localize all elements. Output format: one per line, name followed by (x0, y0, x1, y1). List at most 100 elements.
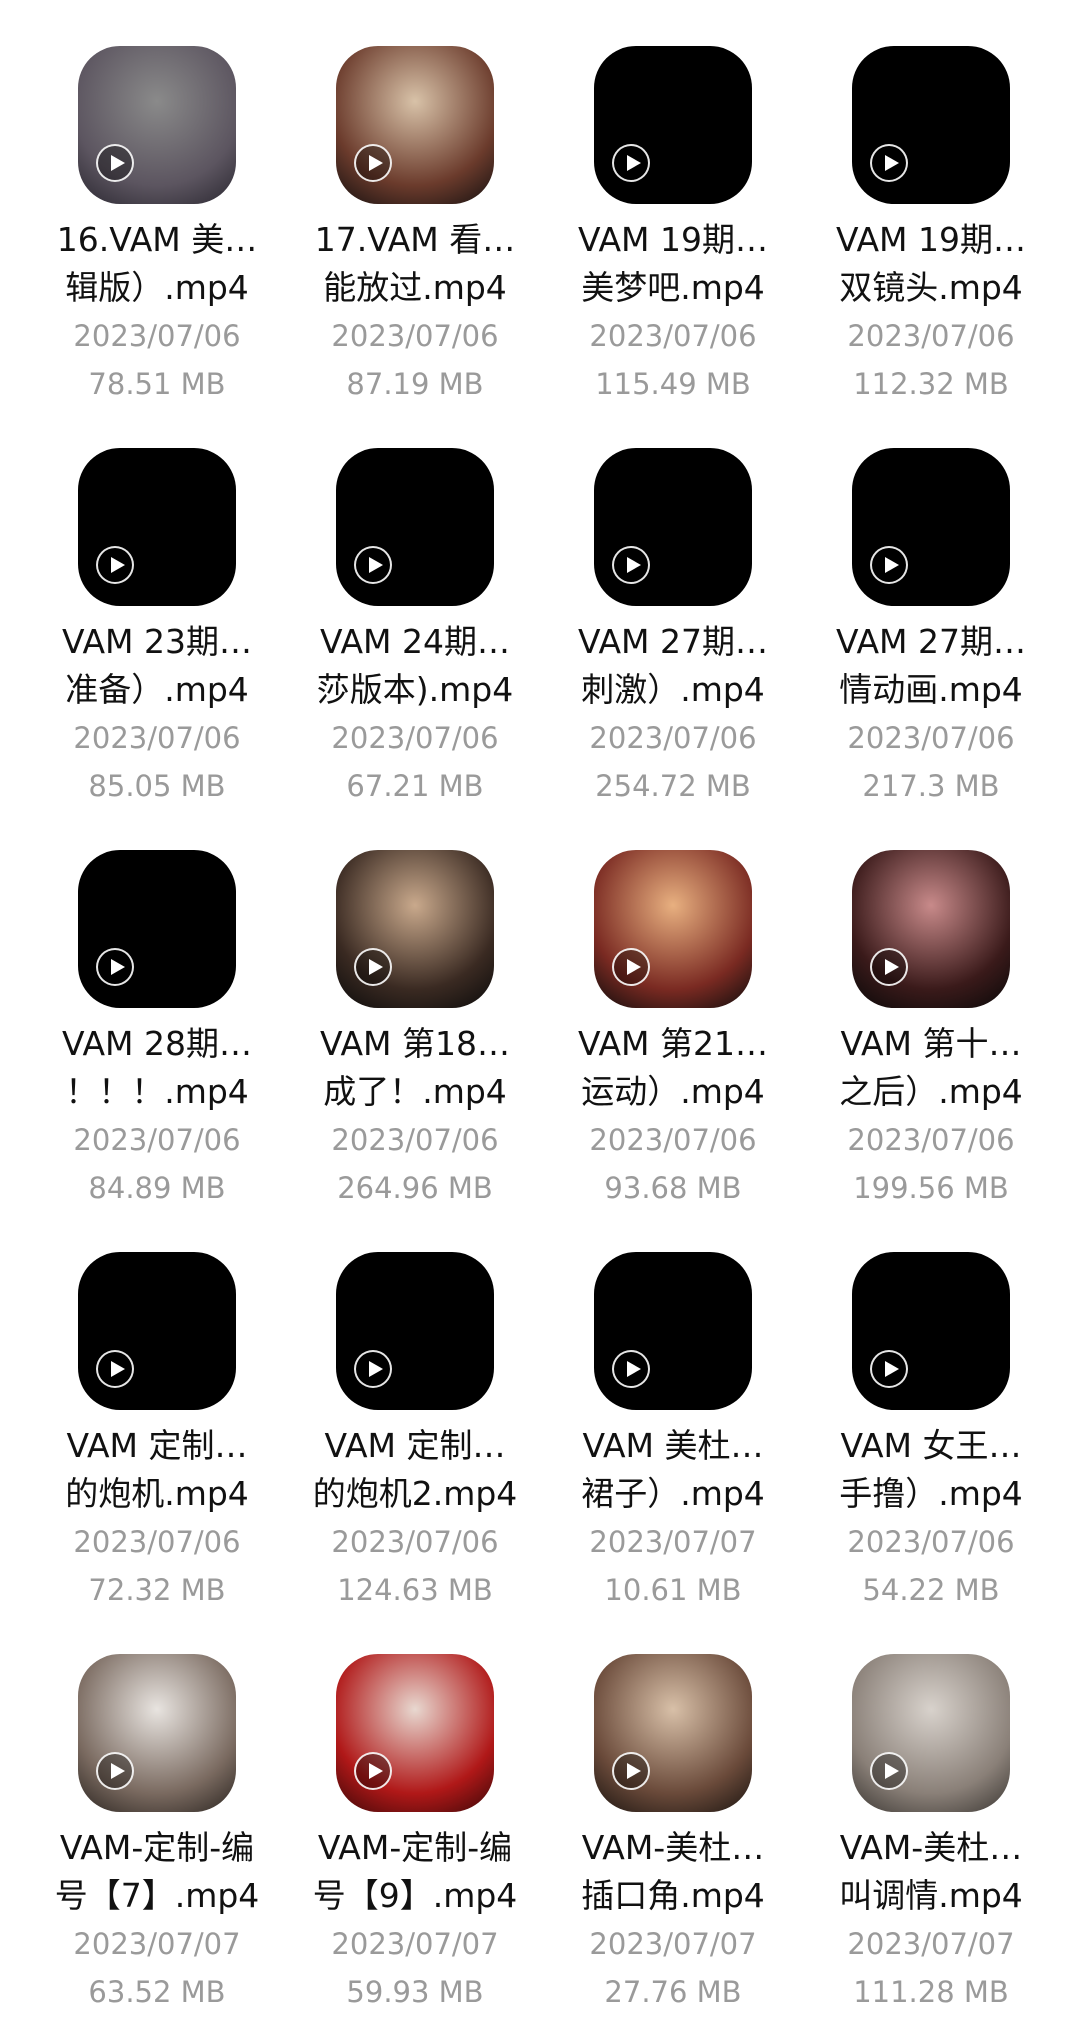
file-size: 59.93 MB (346, 1975, 484, 2009)
play-icon (96, 144, 134, 182)
file-size: 84.89 MB (88, 1171, 226, 1205)
file-name-line-1: VAM 19期… (578, 220, 768, 259)
file-name-line-1: 17.VAM 看… (314, 220, 516, 259)
video-file-item[interactable]: VAM 第十… 之后）.mp4 2023/07/06 199.56 MB (800, 850, 1062, 1212)
file-name-line-2: 成了！.mp4 (323, 1072, 507, 1111)
file-size: 115.49 MB (595, 367, 751, 401)
video-thumbnail[interactable] (594, 1654, 752, 1812)
play-icon (354, 1752, 392, 1790)
file-name-line-2: 之后）.mp4 (839, 1072, 1023, 1111)
video-thumbnail[interactable] (852, 46, 1010, 204)
file-size: 264.96 MB (337, 1171, 493, 1205)
video-file-item[interactable]: VAM 定制… 的炮机2.mp4 2023/07/06 124.63 MB (284, 1252, 546, 1614)
file-name-line-1: VAM 23期… (62, 622, 252, 661)
file-date: 2023/07/06 (73, 319, 241, 353)
video-thumbnail[interactable] (336, 1252, 494, 1410)
file-date: 2023/07/06 (847, 1123, 1015, 1157)
video-thumbnail[interactable] (78, 1252, 236, 1410)
video-file-item[interactable]: VAM-定制-编 号【9】.mp4 2023/07/07 59.93 MB (284, 1654, 546, 2016)
video-thumbnail[interactable] (78, 1654, 236, 1812)
video-thumbnail[interactable] (336, 1654, 494, 1812)
file-name-line-1: VAM 27期… (578, 622, 768, 661)
file-name-line-1: VAM 定制… (324, 1426, 506, 1465)
file-date: 2023/07/06 (847, 721, 1015, 755)
video-file-item[interactable]: VAM-美杜… 插口角.mp4 2023/07/07 27.76 MB (542, 1654, 804, 2016)
play-icon (870, 546, 908, 584)
file-name-line-1: VAM 第18… (320, 1024, 510, 1063)
video-thumbnail[interactable] (336, 448, 494, 606)
video-file-item[interactable]: VAM 美杜… 裙子）.mp4 2023/07/07 10.61 MB (542, 1252, 804, 1614)
file-date: 2023/07/06 (589, 721, 757, 755)
play-icon (870, 1350, 908, 1388)
file-size: 93.68 MB (604, 1171, 742, 1205)
video-thumbnail[interactable] (78, 46, 236, 204)
video-file-item[interactable]: VAM 19期… 双镜头.mp4 2023/07/06 112.32 MB (800, 46, 1062, 408)
video-file-item[interactable]: VAM 第18… 成了！.mp4 2023/07/06 264.96 MB (284, 850, 546, 1212)
file-name-line-2: 的炮机2.mp4 (312, 1474, 518, 1513)
file-size: 63.52 MB (88, 1975, 226, 2009)
play-icon (612, 1752, 650, 1790)
play-icon (96, 948, 134, 986)
video-file-item[interactable]: VAM 27期… 刺激）.mp4 2023/07/06 254.72 MB (542, 448, 804, 810)
file-date: 2023/07/06 (73, 1525, 241, 1559)
file-name-line-1: VAM-定制-编 (317, 1828, 513, 1867)
video-thumbnail[interactable] (594, 46, 752, 204)
file-size: 217.3 MB (862, 769, 1000, 803)
video-thumbnail[interactable] (852, 1252, 1010, 1410)
file-name-line-1: VAM 美杜… (582, 1426, 764, 1465)
file-name-line-2: 能放过.mp4 (323, 268, 507, 307)
play-icon (612, 144, 650, 182)
play-icon (612, 546, 650, 584)
file-name-line-2: 情动画.mp4 (839, 670, 1023, 709)
video-thumbnail[interactable] (336, 46, 494, 204)
file-name-line-2: 美梦吧.mp4 (581, 268, 765, 307)
video-thumbnail[interactable] (594, 448, 752, 606)
video-file-item[interactable]: 17.VAM 看… 能放过.mp4 2023/07/06 87.19 MB (284, 46, 546, 408)
play-icon (870, 144, 908, 182)
video-file-item[interactable]: VAM 第21… 运动）.mp4 2023/07/06 93.68 MB (542, 850, 804, 1212)
file-name-line-1: VAM 第十… (840, 1024, 1022, 1063)
play-icon (96, 1752, 134, 1790)
video-thumbnail[interactable] (594, 1252, 752, 1410)
video-thumbnail[interactable] (852, 850, 1010, 1008)
file-name-line-2: 准备）.mp4 (65, 670, 249, 709)
file-size: 87.19 MB (346, 367, 484, 401)
file-name-line-2: 运动）.mp4 (581, 1072, 765, 1111)
file-name-line-1: VAM 第21… (578, 1024, 768, 1063)
file-name-line-2: 插口角.mp4 (581, 1876, 765, 1915)
video-file-item[interactable]: VAM-定制-编 号【7】.mp4 2023/07/07 63.52 MB (26, 1654, 288, 2016)
video-thumbnail[interactable] (78, 850, 236, 1008)
video-thumbnail[interactable] (852, 448, 1010, 606)
file-name-line-2: 莎版本).mp4 (316, 670, 514, 709)
file-name-line-2: 双镜头.mp4 (839, 268, 1023, 307)
play-icon (354, 144, 392, 182)
file-size: 27.76 MB (604, 1975, 742, 2009)
file-date: 2023/07/07 (589, 1927, 757, 1961)
file-size: 67.21 MB (346, 769, 484, 803)
video-file-item[interactable]: VAM 23期… 准备）.mp4 2023/07/06 85.05 MB (26, 448, 288, 810)
file-date: 2023/07/07 (589, 1525, 757, 1559)
file-name-line-2: 手撸）.mp4 (839, 1474, 1023, 1513)
file-name-line-2: 号【7】.mp4 (54, 1876, 260, 1915)
file-name-line-1: VAM-美杜… (839, 1828, 1023, 1867)
file-size: 112.32 MB (853, 367, 1009, 401)
video-file-item[interactable]: 16.VAM 美… 辑版）.mp4 2023/07/06 78.51 MB (26, 46, 288, 408)
video-file-item[interactable]: VAM 19期… 美梦吧.mp4 2023/07/06 115.49 MB (542, 46, 804, 408)
video-thumbnail[interactable] (78, 448, 236, 606)
video-thumbnail[interactable] (594, 850, 752, 1008)
file-name-line-1: VAM 24期… (320, 622, 510, 661)
file-name-line-1: VAM-定制-编 (59, 1828, 255, 1867)
video-file-item[interactable]: VAM 28期… ！！！.mp4 2023/07/06 84.89 MB (26, 850, 288, 1212)
file-name-line-2: 的炮机.mp4 (65, 1474, 249, 1513)
file-date: 2023/07/07 (73, 1927, 241, 1961)
file-name-line-2: ！！！.mp4 (65, 1072, 249, 1111)
video-file-item[interactable]: VAM 女王… 手撸）.mp4 2023/07/06 54.22 MB (800, 1252, 1062, 1614)
file-size: 199.56 MB (853, 1171, 1009, 1205)
file-name-line-2: 号【9】.mp4 (312, 1876, 518, 1915)
video-file-item[interactable]: VAM 27期… 情动画.mp4 2023/07/06 217.3 MB (800, 448, 1062, 810)
video-thumbnail[interactable] (336, 850, 494, 1008)
video-file-item[interactable]: VAM-美杜… 叫调情.mp4 2023/07/07 111.28 MB (800, 1654, 1062, 2016)
video-file-item[interactable]: VAM 定制… 的炮机.mp4 2023/07/06 72.32 MB (26, 1252, 288, 1614)
video-thumbnail[interactable] (852, 1654, 1010, 1812)
video-file-item[interactable]: VAM 24期… 莎版本).mp4 2023/07/06 67.21 MB (284, 448, 546, 810)
